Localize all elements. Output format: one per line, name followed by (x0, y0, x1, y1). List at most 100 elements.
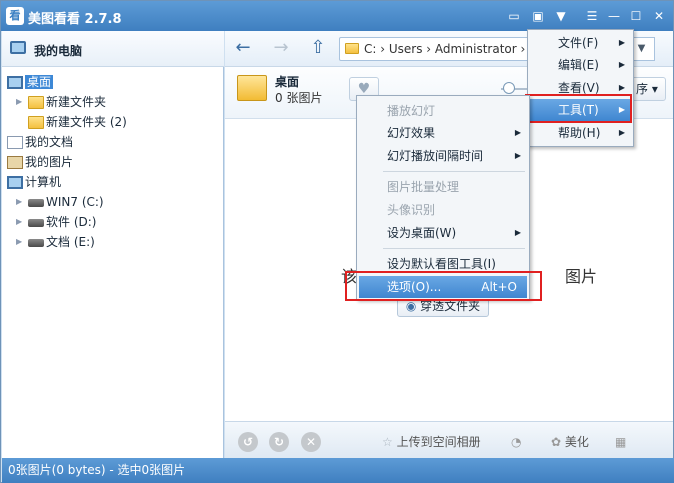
highlight-box-tools (525, 94, 632, 123)
folder-tree-panel: 我的电脑 桌面 ▶ 新建文件夹 新建文件夹 (2) 我的文档 我的图片 计算机 … (2, 31, 224, 458)
sort-label: 序 (636, 82, 649, 96)
weibo-icon[interactable]: ◔ (511, 432, 521, 452)
app-window: 看 美图看看 2.7.8 ▭ ▣ ▼ ☰ — ☐ ✕ 我的电脑 桌面 ▶ 新建文… (0, 0, 674, 483)
sidebar-item-label: 新建文件夹 (46, 95, 107, 109)
minimize-icon[interactable]: — (605, 7, 623, 25)
expand-arrow-icon[interactable]: ▶ (16, 233, 24, 251)
folder-icon (28, 96, 44, 109)
sidebar-item-label: 新建文件夹 (2) (46, 115, 127, 129)
sidebar-title: 我的电脑 (34, 44, 83, 58)
rotate-right-icon[interactable]: ↻ (269, 432, 289, 452)
sidebar-item-new-folder[interactable]: 新建文件夹 (28, 93, 106, 111)
bottom-toolbar: ↺ ↻ ✕ ☆ 上传到空间相册 ◔ ✿ 美化 ▦ (225, 421, 673, 458)
drive-icon (28, 218, 44, 227)
sidebar-item-label: 我的图片 (25, 155, 74, 169)
sidebar-item-label: 桌面 (25, 75, 54, 89)
pictures-icon (7, 156, 23, 169)
expand-arrow-icon[interactable]: ▶ (16, 93, 24, 111)
chat-icon[interactable]: ▭ (505, 7, 523, 25)
menu-item-batch-process[interactable]: 图片批量处理 (359, 176, 527, 198)
sidebar-item-desktop[interactable]: 桌面 (7, 73, 54, 91)
image-count: 0 张图片 (275, 91, 323, 105)
window-title: 美图看看 2.7.8 (28, 12, 122, 27)
eye-icon: ◉ (405, 299, 417, 313)
main-menu: 文件(F) ▶ 编辑(E) ▶ 查看(V) ▶ 工具(T) ▶ 帮助(H) ▶ (527, 29, 634, 147)
folder-icon (237, 75, 267, 101)
expand-arrow-icon[interactable]: ▶ (16, 213, 24, 231)
address-bar[interactable]: C: › Users › Administrator › (339, 37, 539, 61)
up-folder-icon[interactable]: ⇧ (307, 39, 329, 59)
submenu-arrow-icon: ▶ (618, 60, 625, 69)
shirt-icon[interactable]: ▼ (552, 7, 570, 25)
menu-item-label: 设为默认看图工具(I) (387, 257, 496, 271)
folder-icon (345, 43, 359, 54)
menu-item-label: 查看(V) (558, 81, 600, 95)
menu-separator (383, 171, 525, 172)
empty-text-right: 图片 (565, 267, 598, 286)
computer-icon (7, 176, 23, 189)
close-icon[interactable]: ✕ (650, 7, 668, 25)
forward-arrow-icon[interactable]: → (270, 39, 292, 59)
document-icon (7, 136, 23, 149)
submenu-arrow-icon: ▶ (514, 228, 521, 237)
back-arrow-icon[interactable]: ← (232, 39, 254, 59)
status-bar: 0张图片(0 bytes) - 选中0张图片 (2, 458, 674, 483)
submenu-arrow-icon: ▶ (618, 38, 625, 47)
menu-item-label: 幻灯效果 (387, 126, 436, 140)
sidebar-item-label: 我的文档 (25, 135, 74, 149)
menu-separator (383, 248, 525, 249)
my-computer-icon (10, 41, 26, 54)
sidebar-item-my-pictures[interactable]: 我的图片 (7, 153, 73, 171)
slideshow-icon[interactable]: ▦ (615, 432, 626, 452)
beautify-label: 美化 (564, 435, 589, 449)
menu-item-label: 幻灯播放间隔时间 (387, 149, 484, 163)
menu-item-label: 编辑(E) (558, 58, 599, 72)
menu-item-edit[interactable]: 编辑(E) ▶ (530, 54, 631, 76)
menu-item-label: 文件(F) (558, 36, 599, 50)
menu-item-help[interactable]: 帮助(H) ▶ (530, 122, 631, 144)
upload-album-button[interactable]: ☆ 上传到空间相册 (382, 432, 481, 452)
app-logo-icon: 看 (6, 7, 24, 25)
sidebar-item-drive-e[interactable]: 文档 (E:) (28, 233, 95, 251)
menu-item-set-wallpaper[interactable]: 设为桌面(W) ▶ (359, 222, 527, 244)
rotate-left-icon[interactable]: ↺ (238, 432, 258, 452)
menu-item-file[interactable]: 文件(F) ▶ (530, 32, 631, 54)
address-path: C: › Users › Administrator › (364, 42, 526, 56)
sidebar-item-computer[interactable]: 计算机 (7, 173, 61, 191)
sidebar-item-drive-d[interactable]: 软件 (D:) (28, 213, 96, 231)
tools-submenu: 播放幻灯 幻灯效果 ▶ 幻灯播放间隔时间 ▶ 图片批量处理 头像识别 设为桌面(W)… (356, 95, 530, 300)
desktop-icon (7, 76, 23, 89)
menu-item-label: 播放幻灯 (387, 104, 436, 118)
beautify-button[interactable]: ✿ 美化 (551, 432, 589, 452)
expand-arrow-icon[interactable]: ▶ (16, 193, 24, 211)
folder-icon (28, 116, 44, 129)
skin-icon[interactable]: ▣ (529, 7, 547, 25)
menu-item-label: 图片批量处理 (387, 180, 460, 194)
menu-item-slideshow-effect[interactable]: 幻灯效果 ▶ (359, 122, 527, 144)
menu-item-play-slideshow[interactable]: 播放幻灯 (359, 100, 527, 122)
maximize-icon[interactable]: ☐ (627, 7, 645, 25)
sort-button[interactable]: 序 ▾ (630, 77, 666, 101)
sidebar-item-drive-c[interactable]: WIN7 (C:) (28, 193, 104, 211)
menu-item-slideshow-interval[interactable]: 幻灯播放间隔时间 ▶ (359, 145, 527, 167)
submenu-arrow-icon: ▶ (514, 128, 521, 137)
sidebar-item-new-folder-2[interactable]: 新建文件夹 (2) (28, 113, 127, 131)
drive-icon (28, 198, 44, 207)
sidebar-item-label: 文档 (E:) (46, 235, 95, 249)
settings-icon[interactable]: ☰ (583, 7, 601, 25)
menu-item-label: 设为桌面(W) (387, 226, 457, 240)
sidebar-item-my-documents[interactable]: 我的文档 (7, 133, 73, 151)
title-bar[interactable]: 看 美图看看 2.7.8 ▭ ▣ ▼ ☰ — ☐ ✕ (1, 1, 673, 31)
upload-label: 上传到空间相册 (396, 435, 481, 449)
menu-item-label: 头像识别 (387, 203, 436, 217)
drive-icon (28, 238, 44, 247)
sidebar-item-label: 计算机 (25, 175, 62, 189)
menu-item-face-recognition[interactable]: 头像识别 (359, 199, 527, 221)
zoom-slider-handle[interactable] (503, 82, 515, 94)
delete-icon[interactable]: ✕ (301, 432, 321, 452)
beautify-icon: ✿ (551, 435, 562, 449)
highlight-box-options (345, 271, 542, 301)
menu-item-label: 帮助(H) (558, 126, 601, 140)
submenu-arrow-icon: ▶ (514, 151, 521, 160)
through-folder-label: 穿透文件夹 (420, 299, 481, 313)
